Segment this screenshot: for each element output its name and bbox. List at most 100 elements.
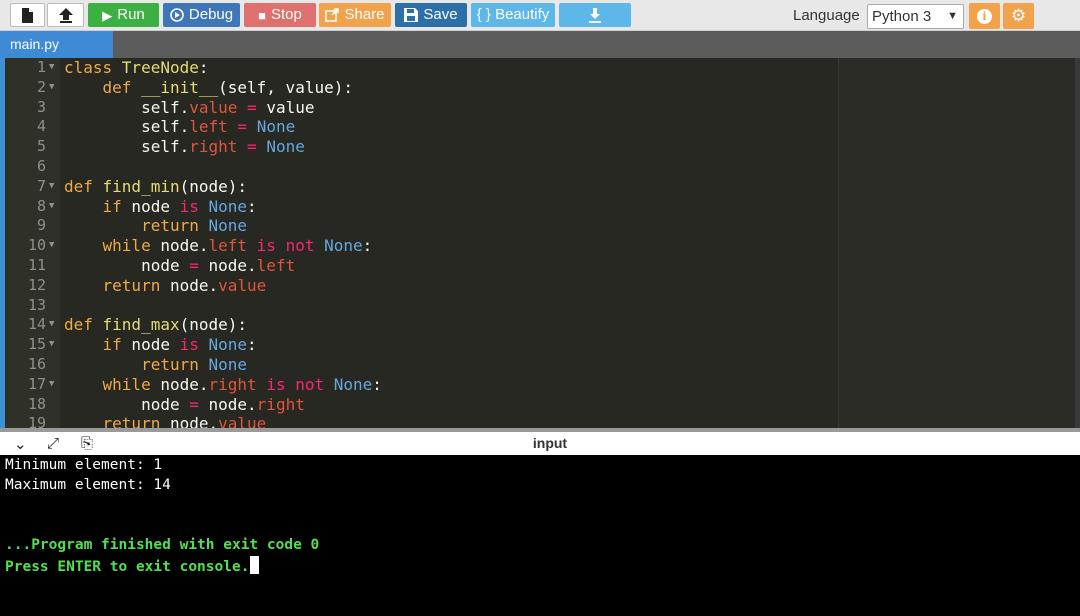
share-label: Share [344, 6, 385, 23]
code-text: def __init__(self, value): [102, 77, 353, 97]
code-text: if node is None: [102, 335, 257, 355]
finish-message: ...Program finished with exit code 0 [5, 537, 320, 553]
code-text: return None [141, 355, 248, 374]
line-number: 1 [36, 58, 46, 76]
line-number: 2 [36, 77, 46, 96]
line-number: 6 [36, 157, 46, 175]
console-line: Maximum element: 14 [5, 477, 171, 493]
code-line[interactable]: 8 ▼ if node is None: [5, 197, 838, 217]
fold-arrow-icon[interactable]: ▼ [49, 236, 54, 256]
console-title: input [532, 435, 568, 451]
line-number: 12 [27, 275, 46, 294]
run-label: Run [117, 6, 145, 23]
editor-scrollbar[interactable] [1075, 58, 1080, 428]
toolbar: ▶ Run Debug ■ Stop Share Save { } Beauti… [0, 0, 1080, 31]
code-text: class TreeNode: [64, 58, 209, 77]
tab-bar-fill [113, 31, 1080, 58]
code-line[interactable]: 3 self.value = value [5, 98, 838, 118]
upload-icon [58, 7, 73, 23]
language-label: Language [793, 7, 860, 24]
new-file-button[interactable] [10, 3, 45, 27]
upload-button[interactable] [47, 3, 84, 27]
code-text: def find_max(node): [64, 315, 248, 335]
console-cursor [250, 556, 260, 574]
line-number: 10 [27, 236, 46, 255]
exit-prompt: Press ENTER to exit console. [5, 556, 260, 575]
code-text: node = node.left [64, 256, 296, 275]
fold-arrow-icon[interactable]: ▼ [49, 78, 54, 98]
language-value: Python 3 [872, 8, 932, 25]
line-number: 4 [36, 117, 46, 136]
code-text: self.value = value [64, 97, 315, 117]
stop-button[interactable]: ■ Stop [244, 3, 316, 27]
code-line[interactable]: 14 ▼ def find_max(node): [5, 315, 838, 335]
exit-prompt-text: Press ENTER to exit console. [5, 559, 250, 575]
line-number: 8 [36, 196, 46, 215]
code-text: return node.value [102, 414, 267, 428]
code-text: while node.right is not None: [102, 374, 382, 394]
code-line[interactable]: 11 node = node.left [5, 256, 838, 276]
code-text: def find_min(node): [64, 176, 248, 196]
line-number: 17 [27, 374, 46, 393]
code-line[interactable]: 9 return None [5, 216, 838, 236]
tab-main-py[interactable]: main.py [0, 31, 113, 58]
code-text: return node.value [102, 275, 267, 295]
line-number: 7 [36, 176, 46, 195]
code-text: while node.left is not None: [102, 236, 373, 256]
debug-label: Debug [188, 6, 234, 23]
line-number: 5 [36, 137, 46, 156]
debug-button[interactable]: Debug [163, 3, 240, 27]
console-output[interactable]: Minimum element: 1 Maximum element: 14 .… [0, 455, 1080, 616]
code-line[interactable]: 1 ▼ class TreeNode: [5, 58, 838, 78]
chevron-down-icon: ▼ [947, 10, 958, 22]
tab-label: main.py [10, 36, 60, 52]
fold-arrow-icon[interactable]: ▼ [49, 197, 54, 217]
line-number: 11 [27, 256, 46, 274]
beautify-button[interactable]: { } Beautify [471, 3, 555, 27]
line-number: 18 [27, 394, 46, 413]
code-line[interactable]: 16 return None [5, 355, 838, 375]
share-icon [325, 8, 340, 22]
stop-icon: ■ [258, 7, 266, 23]
run-button[interactable]: ▶ Run [88, 3, 159, 27]
line-number: 9 [36, 216, 46, 235]
code-text: if node is None: [102, 196, 257, 216]
line-number: 14 [27, 315, 46, 334]
print-margin [838, 58, 1080, 428]
share-button[interactable]: Share [319, 3, 391, 27]
code-line[interactable]: 2 ▼ def __init__(self, value): [5, 78, 838, 98]
download-button[interactable] [559, 3, 631, 27]
language-select[interactable]: Python 3 ▼ [867, 4, 964, 29]
code-line[interactable]: 17 ▼ while node.right is not None: [5, 375, 838, 395]
line-number: 16 [27, 355, 46, 373]
code-line[interactable]: 12 return node.value [5, 276, 838, 296]
stop-label: Stop [271, 6, 302, 23]
code-line[interactable]: 4 self.left = None [5, 117, 838, 137]
code-line[interactable]: 13 [5, 296, 838, 316]
fold-arrow-icon[interactable]: ▼ [49, 335, 54, 355]
code-line[interactable]: 7 ▼ def find_min(node): [5, 177, 838, 197]
beautify-label: { } Beautify [476, 6, 550, 23]
fold-arrow-icon[interactable]: ▼ [49, 315, 54, 335]
code-line[interactable]: 6 [5, 157, 838, 177]
save-label: Save [423, 6, 458, 23]
code-line[interactable]: 10 ▼ while node.left is not None: [5, 236, 838, 256]
settings-button[interactable]: ⚙ [1003, 3, 1034, 29]
save-button[interactable]: Save [395, 3, 467, 27]
download-icon [589, 7, 601, 23]
code-line[interactable]: 15 ▼ if node is None: [5, 335, 838, 355]
info-button[interactable]: i [969, 3, 1000, 29]
file-icon [22, 7, 33, 23]
console-header: ⌄ ⤢ ⎘ input [0, 432, 1080, 455]
code-line[interactable]: 19 return node.value [5, 414, 838, 428]
line-number: 13 [27, 295, 46, 314]
play-icon: ▶ [102, 7, 113, 23]
code-line[interactable]: 5 self.right = None [5, 137, 838, 157]
fold-arrow-icon[interactable]: ▼ [49, 375, 54, 395]
code-editor[interactable]: 1 ▼ class TreeNode: 2 ▼ def __init__(self, v… [5, 58, 1080, 428]
fold-arrow-icon[interactable]: ▼ [49, 58, 54, 78]
code-line[interactable]: 18 node = node.right [5, 395, 838, 415]
fold-arrow-icon[interactable]: ▼ [49, 177, 54, 197]
save-icon [404, 8, 419, 22]
line-number: 15 [27, 335, 46, 354]
